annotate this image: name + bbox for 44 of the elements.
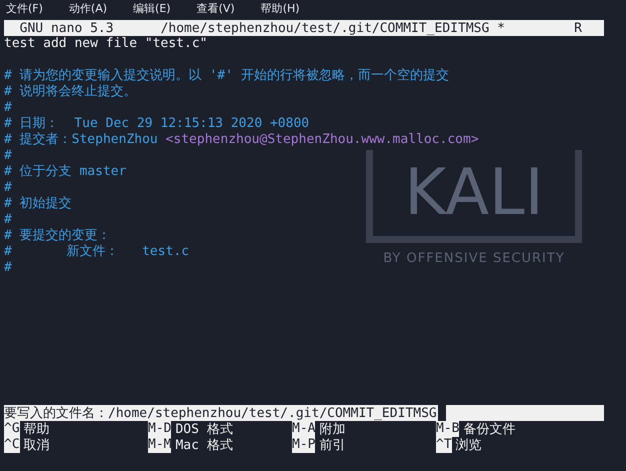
mode-letter-text: R bbox=[574, 20, 582, 36]
shortcut-key: M-P bbox=[292, 437, 316, 453]
shortcut-key: M-A bbox=[292, 421, 316, 437]
wallpaper-tagline: BY OFFENSIVE SECURITY bbox=[383, 251, 565, 266]
shortcut-label: 附加 bbox=[319, 421, 346, 438]
shortcut-key: ^T bbox=[436, 437, 452, 453]
comment-line: # 日期： Tue Dec 29 12:15:13 2020 +0800 bbox=[4, 116, 310, 132]
comment-line: # bbox=[4, 212, 12, 228]
wallpaper-logo: KALI bbox=[366, 150, 582, 243]
comment-line: # bbox=[4, 260, 12, 276]
comment-line: # bbox=[4, 100, 12, 116]
app-version: GNU nano 5.3 bbox=[18, 20, 114, 36]
comment-line: # 请为您的变更输入提交说明。以 '#' 开始的行将被忽略，而一个空的提交 bbox=[4, 68, 449, 84]
comment-line: # bbox=[4, 180, 12, 196]
shortcut-key: M-M bbox=[148, 437, 172, 453]
menu-item[interactable]: 查看(V) bbox=[196, 0, 235, 16]
shortcut-key: ^G bbox=[4, 421, 20, 437]
comment-line: # bbox=[4, 148, 12, 164]
shortcut-label: 备份文件 bbox=[463, 421, 516, 438]
comment-line: # 说明将会终止提交。 bbox=[4, 84, 137, 100]
shortcut-label: DOS 格式 bbox=[175, 421, 233, 438]
text-line: test add new file "test.c" bbox=[4, 36, 208, 52]
comment-line: # 要提交的变更： bbox=[4, 228, 111, 244]
cursor-icon bbox=[438, 405, 446, 421]
email-text: <stephenzhou@StephenZhou.www.malloc.com> bbox=[166, 132, 479, 148]
comment-line: # 初始提交 bbox=[4, 196, 72, 212]
shortcut-key: M-D bbox=[148, 421, 172, 437]
shortcut-label: 取消 bbox=[24, 437, 50, 454]
shortcut-key: ^C bbox=[4, 437, 20, 453]
comment-line: # 新文件： test.c bbox=[4, 244, 190, 260]
shortcut-label: 浏览 bbox=[456, 437, 482, 454]
comment-line: # 提交者：StephenZhou bbox=[4, 132, 159, 148]
shortcut-label: Mac 格式 bbox=[175, 437, 233, 454]
shortcut-label: 帮助 bbox=[24, 421, 50, 438]
shortcut-key: M-B bbox=[436, 421, 460, 437]
file-path: /home/stephenzhou/test/.git/COMMIT_EDITMSG * bbox=[160, 20, 505, 36]
filename-input[interactable]: /home/stephenzhou/test/.git/COMMIT_EDITMSG bbox=[108, 406, 437, 420]
comment-line: # 位于分支 master bbox=[4, 164, 126, 180]
menu-item[interactable]: 帮助(H) bbox=[260, 0, 300, 16]
prompt-label: 要写入的文件名： bbox=[4, 405, 108, 422]
menu-item[interactable]: 文件(F) bbox=[6, 0, 43, 16]
menu-item[interactable]: 动作(A) bbox=[68, 0, 108, 16]
shortcut-label: 前引 bbox=[319, 437, 346, 454]
menu-item[interactable]: 编辑(E) bbox=[133, 0, 171, 16]
